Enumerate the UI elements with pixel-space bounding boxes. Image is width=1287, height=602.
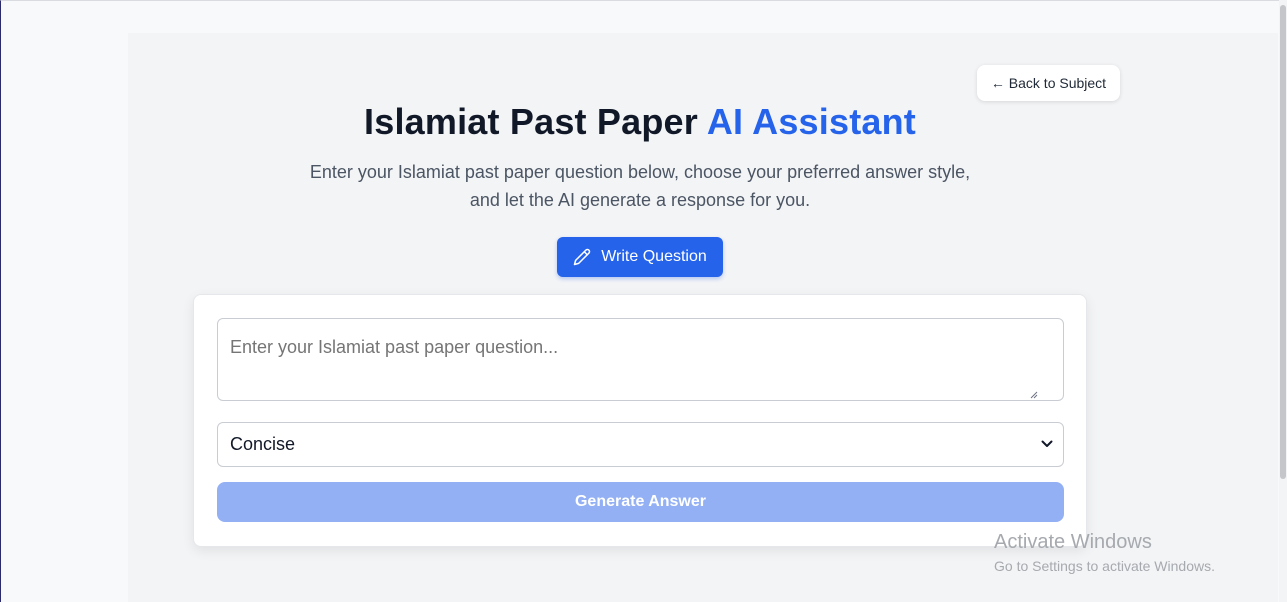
write-question-button[interactable]: Write Question [557, 237, 723, 277]
pencil-icon [573, 248, 591, 266]
question-form-card: Concise Generate Answer [193, 294, 1087, 547]
answer-style-value: Concise [230, 434, 296, 454]
write-question-label: Write Question [601, 248, 707, 265]
answer-style-select[interactable]: Concise [217, 422, 1064, 467]
chevron-down-icon [1041, 440, 1053, 447]
subtitle-line-1: Enter your Islamiat past paper question … [309, 162, 971, 182]
subtitle-line-2: and let the AI generate a response for y… [469, 190, 811, 210]
activate-windows-subtitle: Go to Settings to activate Windows. [994, 558, 1215, 574]
generate-answer-label: Generate Answer [574, 493, 706, 510]
back-button-label: ← Back to Subject [990, 75, 1107, 91]
title-main: Islamiat Past Paper [364, 101, 707, 142]
question-input[interactable] [217, 318, 1064, 401]
generate-answer-button[interactable]: Generate Answer [217, 482, 1064, 522]
back-to-subject-button[interactable]: ← Back to Subject [977, 65, 1120, 101]
page-subtitle: Enter your Islamiat past paper question … [290, 158, 990, 214]
page-title: Islamiat Past Paper AI Assistant [0, 101, 1280, 143]
scrollbar-thumb[interactable] [1280, 5, 1286, 479]
resize-grip-icon[interactable] [1030, 391, 1038, 399]
vertical-scrollbar[interactable] [1279, 0, 1287, 602]
activate-windows-watermark: Activate Windows Go to Settings to activ… [994, 531, 1215, 574]
activate-windows-title: Activate Windows [994, 531, 1152, 553]
title-accent: AI Assistant [706, 101, 916, 142]
